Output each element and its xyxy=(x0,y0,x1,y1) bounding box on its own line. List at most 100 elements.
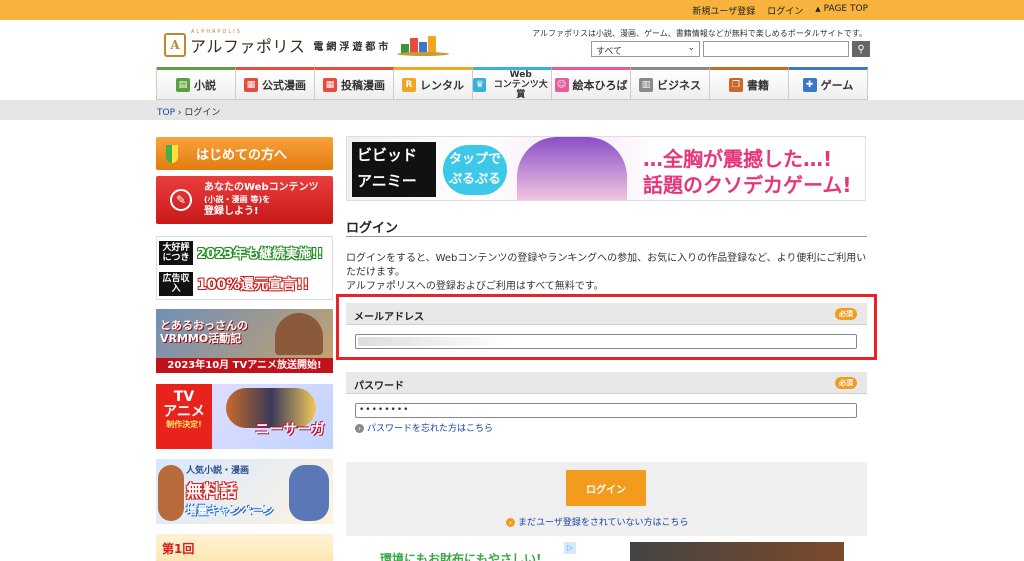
register-line-3: 登録しよう! xyxy=(204,206,259,217)
nav-label: レンタル xyxy=(420,78,464,92)
first-time-button[interactable]: はじめての方へ xyxy=(156,137,333,170)
nav-item-novel[interactable]: ▤ 小説 xyxy=(157,67,236,100)
hero-copy-1: …全胸が震撼した…! xyxy=(643,147,833,171)
search-category-select[interactable]: すべて ⌄ xyxy=(591,41,700,57)
bottom-ad-1[interactable]: 環境にもお財布にもやさしい! ▷ xyxy=(346,542,582,561)
search-bar: すべて ⌄ ⚲ xyxy=(591,41,870,57)
hero-ad-banner[interactable]: ビビッド アニミー タップで ぷるぷる …全胸が震撼した…! 話題のクソデカゲー… xyxy=(346,136,866,201)
ad-info-icon[interactable]: ▷ xyxy=(564,542,576,554)
city-skyline-icon xyxy=(397,32,450,58)
rental-icon: R xyxy=(402,77,416,92)
character-illustration xyxy=(275,313,323,355)
promo-tag: 大好評につき xyxy=(159,240,193,265)
search-button[interactable]: ⚲ xyxy=(852,41,870,57)
promo-line-2: 広告収入 100%還元宣言!! xyxy=(157,268,332,299)
nav-item-web-award[interactable]: ♛ Web コンテンツ大賞 xyxy=(473,67,552,100)
beginner-leaf-icon xyxy=(166,144,178,163)
breadcrumb: TOP › ログイン xyxy=(0,100,1024,120)
page-top-link[interactable]: PAGE TOP xyxy=(815,4,868,17)
nav-item-posted-manga[interactable]: ▦ 投稿漫画 xyxy=(315,67,394,100)
register-content-button[interactable]: ✎ あなたのWebコンテンツ (小説・漫画 等)を 登録しよう! xyxy=(156,176,333,224)
nav-label: ビジネス xyxy=(657,78,701,92)
password-header: パスワード 必須 xyxy=(346,372,867,394)
nav-label: 小説 xyxy=(194,78,216,92)
free-banner-line-1: 人気小説・漫画 xyxy=(186,466,250,476)
first-time-label: はじめての方へ xyxy=(196,148,288,163)
vrmmo-caption: 2023年10月 TVアニメ放送開始! xyxy=(156,358,333,373)
contest-banner[interactable]: 第1回 xyxy=(156,534,333,561)
free-chapters-banner[interactable]: 人気小説・漫画 無料話 増量キャンペーン xyxy=(156,459,333,524)
nav-item-game[interactable]: ✚ ゲーム xyxy=(789,67,868,100)
game-logo: ビビッド アニミー xyxy=(352,142,436,197)
gamepad-icon: ✚ xyxy=(802,77,817,92)
book-icon: ▤ xyxy=(176,77,190,92)
nav-label: 絵本ひろば xyxy=(572,78,628,92)
tv-anime-title: ニーサーガ xyxy=(255,422,325,438)
search-icon: ⚲ xyxy=(857,43,865,55)
promo-headline: 100%還元宣言!! xyxy=(197,276,310,293)
logo-sub: ALPHAPOLIS xyxy=(191,29,242,35)
tap-bubble: タップで ぷるぷる xyxy=(443,145,507,195)
manga-icon: ▦ xyxy=(244,77,258,92)
smile-icon: ☺ xyxy=(554,77,569,92)
page-title: ログイン xyxy=(346,221,399,236)
title-divider xyxy=(346,236,867,237)
site-tagline: アルファポリスは小説、漫画、ゲーム、書籍情報などが無料で楽しめるポータルサイトで… xyxy=(532,29,867,38)
register-user-link[interactable]: まだユーザ登録をされていない方はこちら xyxy=(506,515,689,528)
tv-label: TV xyxy=(173,389,195,405)
promo-line-1: 大好評につき 2023年も継続実施!! xyxy=(157,237,332,268)
nav-item-picture-book[interactable]: ☺ 絵本ひろば xyxy=(552,67,631,100)
intro-line-1: ログインをすると、Webコンテンツの登録やランキングへの参加、お気に入りの作品登… xyxy=(346,253,867,278)
free-banner-line-3: 増量キャンペーン xyxy=(186,504,274,517)
hero-copy-2: 話題のクソデカゲーム! xyxy=(643,173,852,197)
nav-label: 書籍 xyxy=(747,78,769,92)
site-logo[interactable]: A ALPHAPOLIS アルファポリス 電網浮遊都市 xyxy=(164,29,450,61)
breadcrumb-separator: › xyxy=(175,108,185,118)
password-label: パスワード xyxy=(354,381,404,392)
email-highlight-box xyxy=(336,294,877,360)
tv-anime-badge: TV アニメ 制作決定! xyxy=(156,384,212,449)
building-icon: ▥ xyxy=(639,77,653,92)
ad-revenue-banner[interactable]: 大好評につき 2023年も継続実施!! 広告収入 100%還元宣言!! xyxy=(156,236,333,300)
manga-icon: ▦ xyxy=(323,77,337,92)
promo-tag: 広告収入 xyxy=(159,271,193,296)
register-content-text: あなたのWebコンテンツ (小説・漫画 等)を 登録しよう! xyxy=(204,182,319,218)
register-line-1: あなたのWebコンテンツ xyxy=(204,182,319,193)
vrmmo-anime-banner[interactable]: とあるおっさんのVRMMO活動記 2023年10月 TVアニメ放送開始! xyxy=(156,309,333,373)
promo-headline: 2023年も継続実施!! xyxy=(197,247,324,262)
register-link[interactable]: 新規ユーザ登録 xyxy=(692,4,755,17)
nav-label: Web コンテンツ大賞 xyxy=(493,69,548,100)
character-illustration xyxy=(158,465,184,521)
register-line-2: (小説・漫画 等)を xyxy=(204,195,271,204)
tv-anime-banner[interactable]: TV アニメ 制作決定! ニーサーガ xyxy=(156,384,333,449)
forgot-password-link[interactable]: パスワードを忘れた方はこちら xyxy=(355,421,493,434)
pen-icon: ✎ xyxy=(170,189,192,211)
free-banner-line-2: 無料話 xyxy=(186,482,237,502)
logo-city: 電網浮遊都市 xyxy=(313,41,392,53)
nav-label: 公式漫画 xyxy=(262,78,306,92)
intro-line-2: アルファポリスへの登録およびご利用はすべて無料です。 xyxy=(346,281,604,292)
nav-item-official-manga[interactable]: ▦ 公式漫画 xyxy=(236,67,315,100)
bottom-ad-2[interactable] xyxy=(630,542,844,561)
nav-item-rental[interactable]: R レンタル xyxy=(394,67,473,100)
contest-banner-text: 第1回 xyxy=(162,542,195,556)
character-illustration xyxy=(289,465,329,521)
login-button[interactable]: ログイン xyxy=(566,470,646,506)
password-field[interactable]: •••••••• xyxy=(355,403,857,418)
login-link[interactable]: ログイン xyxy=(767,4,803,17)
breadcrumb-top-link[interactable]: TOP xyxy=(157,108,175,118)
password-section: パスワード 必須 •••••••• パスワードを忘れた方はこちら xyxy=(346,372,867,454)
trophy-icon: ♛ xyxy=(473,77,487,92)
required-badge: 必須 xyxy=(835,377,857,389)
search-input[interactable] xyxy=(703,41,849,57)
production-label: 制作決定! xyxy=(166,420,202,429)
nav-item-business[interactable]: ▥ ビジネス xyxy=(631,67,710,100)
logo-text: アルファポリス xyxy=(190,37,306,56)
submit-area: ログイン まだユーザ登録をされていない方はこちら xyxy=(346,462,867,536)
logo-mark-icon: A xyxy=(164,33,186,57)
character-illustration xyxy=(517,137,627,200)
nav-label: ゲーム xyxy=(820,78,854,92)
login-intro: ログインをすると、Webコンテンツの登録やランキングへの参加、お気に入りの作品登… xyxy=(346,252,868,294)
vrmmo-title: とあるおっさんのVRMMO活動記 xyxy=(160,319,248,345)
nav-item-books[interactable]: ❐ 書籍 xyxy=(710,67,789,100)
